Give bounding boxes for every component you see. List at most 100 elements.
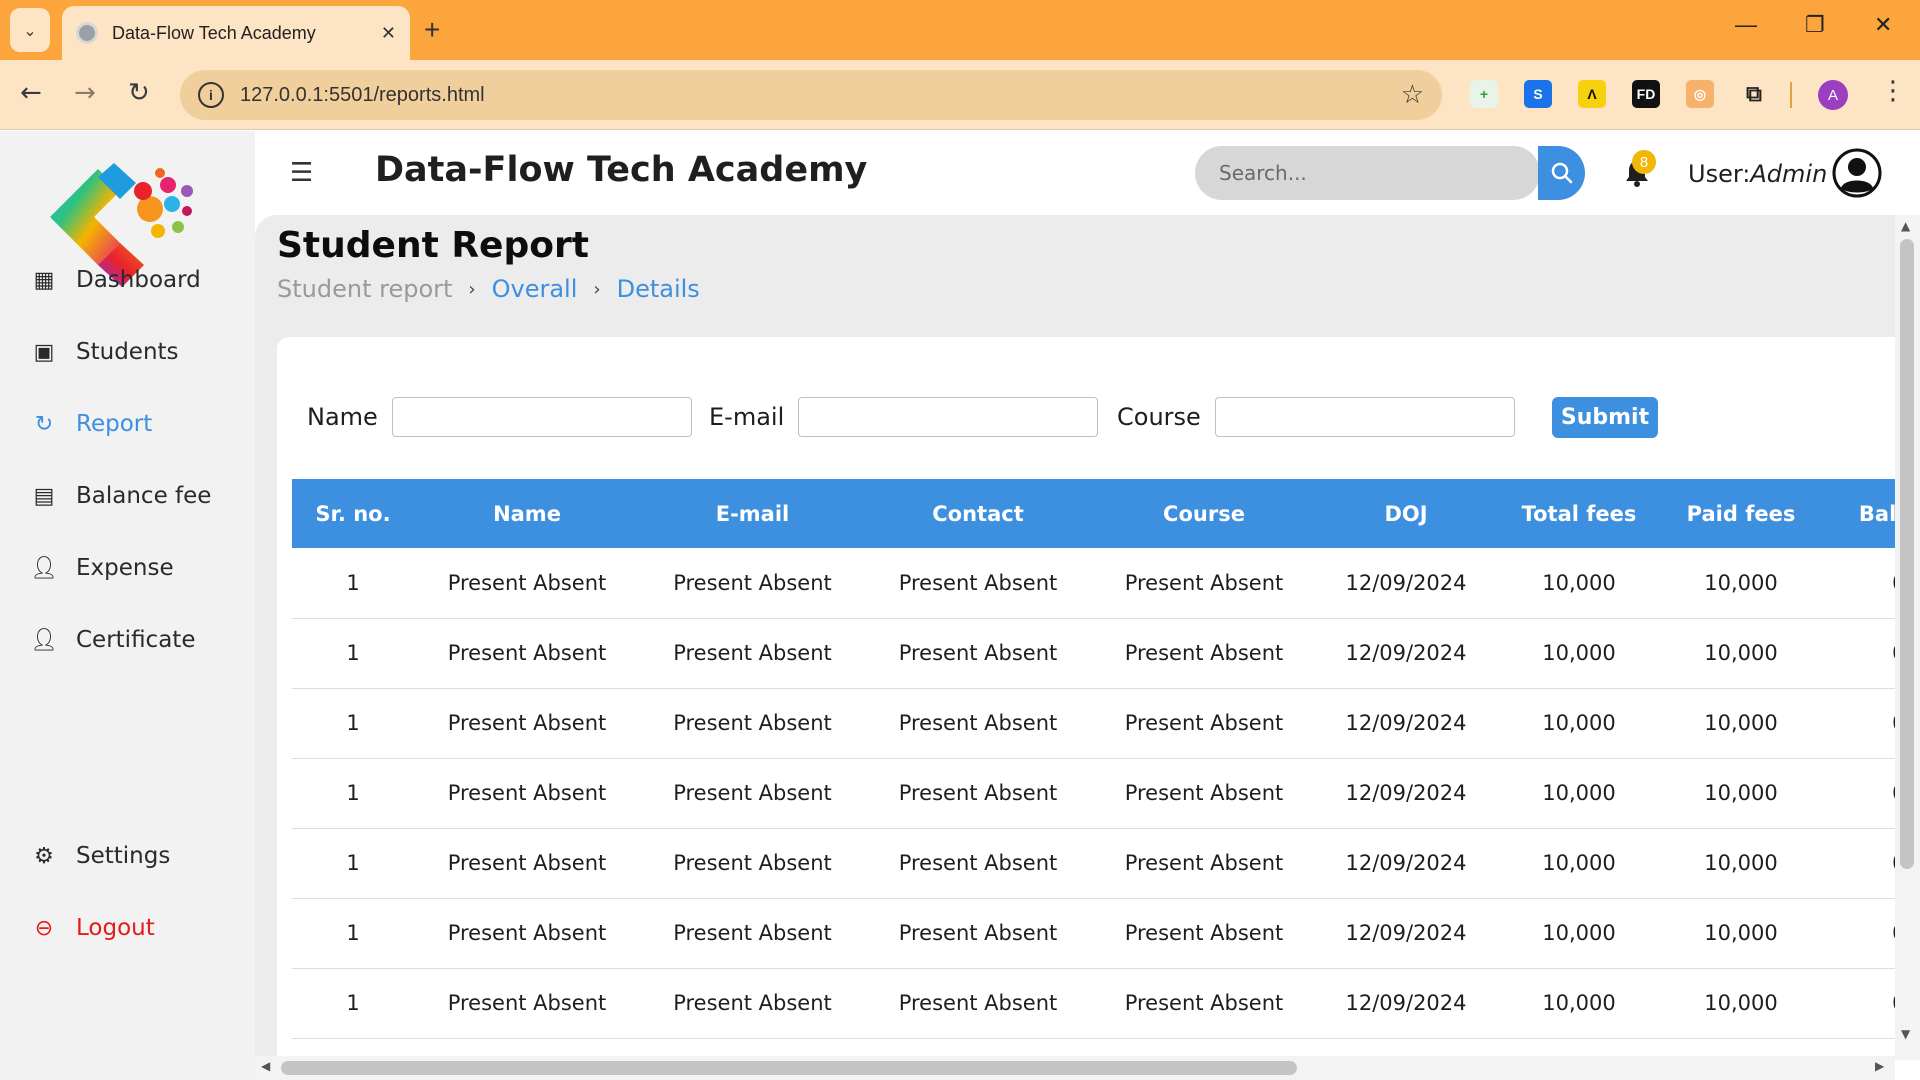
- hamburger-menu-icon[interactable]: ☰: [290, 158, 313, 188]
- search-input[interactable]: [1195, 146, 1539, 200]
- sidebar-item-label: Settings: [76, 843, 171, 869]
- column-header: Balance: [1819, 479, 1895, 548]
- user-prefix: User:: [1688, 160, 1751, 188]
- app-title: Data-Flow Tech Academy: [375, 150, 868, 190]
- search-button[interactable]: [1538, 146, 1585, 200]
- sidebar-item-label: Logout: [76, 915, 155, 941]
- dashboard-icon: ▦: [33, 267, 55, 293]
- back-arrow-icon[interactable]: ←: [20, 78, 42, 108]
- profile-avatar[interactable]: A: [1818, 80, 1848, 110]
- balance-cell: 00: [1819, 968, 1895, 1039]
- paid-fees-cell: 10,000: [1663, 968, 1819, 1039]
- column-header: Sr. no.: [292, 479, 414, 548]
- extensions-puzzle-icon[interactable]: ⧉: [1740, 80, 1768, 108]
- doj-cell: 12/09/2024: [1317, 618, 1495, 689]
- name-cell: Present Absent: [414, 898, 640, 969]
- contact-cell: Present Absent: [865, 758, 1091, 829]
- restore-button[interactable]: ❐: [1805, 12, 1825, 38]
- breadcrumb-details[interactable]: Details: [617, 275, 700, 303]
- sidebar-item-label: Certificate: [76, 627, 196, 653]
- info-icon[interactable]: i: [198, 82, 224, 108]
- vertical-scroll-thumb[interactable]: [1900, 239, 1914, 869]
- sidebar-item-label: Report: [76, 411, 153, 437]
- globe-icon: [76, 22, 98, 44]
- sr-no-cell: 1: [292, 968, 414, 1039]
- email-field[interactable]: [798, 397, 1099, 437]
- window-close-button[interactable]: ✕: [1874, 12, 1892, 38]
- avatar[interactable]: [1832, 148, 1882, 198]
- course-cell: Present Absent: [1091, 758, 1317, 829]
- course-cell: Present Absent: [1091, 898, 1317, 969]
- sr-no-cell: 1: [292, 828, 414, 899]
- table-row: 1Present AbsentPresent AbsentPresent Abs…: [292, 688, 1895, 759]
- reload-icon[interactable]: ↻: [128, 78, 150, 108]
- scroll-down-arrow-icon[interactable]: ▼: [1901, 1027, 1910, 1041]
- sidebar-item-settings[interactable]: ⚙ Settings: [30, 843, 170, 869]
- address-bar[interactable]: i 127.0.0.1:5501/reports.html ☆: [180, 70, 1442, 120]
- name-label: Name: [307, 403, 378, 431]
- page-title: Student Report: [277, 225, 589, 266]
- sidebar-item-balance-fee[interactable]: ▤ Balance fee: [30, 483, 212, 509]
- browser-tab-bar: ⌄ Data-Flow Tech Academy ✕ + — ❐ ✕: [0, 0, 1920, 60]
- total-fees-cell: 10,000: [1495, 688, 1663, 759]
- table-row: 1Present AbsentPresent AbsentPresent Abs…: [292, 548, 1895, 619]
- search-icon: [1551, 162, 1572, 184]
- sidebar-item-expense[interactable]: 👤︎ Expense: [30, 555, 174, 581]
- new-tab-button[interactable]: +: [424, 14, 440, 46]
- horizontal-scrollbar[interactable]: ◀ ▶: [255, 1056, 1895, 1080]
- notification-badge: 8: [1632, 150, 1656, 174]
- column-header: Course: [1091, 479, 1317, 548]
- contact-cell: Present Absent: [865, 688, 1091, 759]
- chevron-down-icon: ⌄: [23, 20, 37, 40]
- browser-tab[interactable]: Data-Flow Tech Academy ✕: [62, 6, 410, 60]
- tab-title: Data-Flow Tech Academy: [112, 22, 316, 43]
- course-field[interactable]: [1214, 397, 1515, 437]
- extension-camera-icon[interactable]: ◎: [1686, 80, 1714, 108]
- sidebar-item-certificate[interactable]: 👤︎ Certificate: [30, 627, 195, 653]
- chevron-right-icon: ›: [593, 278, 601, 300]
- breadcrumb-student-report: Student report: [277, 275, 453, 303]
- extension-s-icon[interactable]: S: [1524, 80, 1552, 108]
- extension-fd-icon[interactable]: FD: [1632, 80, 1660, 108]
- url-text[interactable]: 127.0.0.1:5501/reports.html: [240, 84, 1401, 107]
- forward-arrow-icon[interactable]: →: [74, 78, 96, 108]
- sidebar-item-dashboard[interactable]: ▦ Dashboard: [30, 267, 201, 293]
- scroll-right-arrow-icon[interactable]: ▶: [1875, 1059, 1884, 1073]
- balance-cell: 00: [1819, 688, 1895, 759]
- table-row: 1Present AbsentPresent AbsentPresent Abs…: [292, 758, 1895, 829]
- sr-no-cell: 1: [292, 898, 414, 969]
- email-cell: Present Absent: [640, 548, 865, 619]
- name-field[interactable]: [391, 397, 692, 437]
- course-cell: Present Absent: [1091, 548, 1317, 619]
- vertical-scrollbar[interactable]: ▲ ▼: [1895, 215, 1920, 1060]
- sr-no-cell: 1: [292, 688, 414, 759]
- name-cell: Present Absent: [414, 548, 640, 619]
- sr-no-cell: 1: [292, 758, 414, 829]
- scroll-up-arrow-icon[interactable]: ▲: [1901, 219, 1910, 233]
- filter-email: E-mail: [709, 397, 1099, 437]
- extension-a-icon[interactable]: Λ: [1578, 80, 1606, 108]
- scroll-left-arrow-icon[interactable]: ◀: [261, 1059, 270, 1073]
- extension-plus-icon[interactable]: +: [1470, 80, 1498, 108]
- sidebar-item-students[interactable]: ▣ Students: [30, 339, 179, 365]
- sidebar-item-logout[interactable]: ⊖ Logout: [30, 915, 155, 941]
- name-cell: Present Absent: [414, 968, 640, 1039]
- column-header: DOJ: [1317, 479, 1495, 548]
- submit-button[interactable]: Submit: [1552, 397, 1658, 438]
- horizontal-scroll-thumb[interactable]: [281, 1061, 1297, 1075]
- tab-close-icon[interactable]: ✕: [381, 23, 396, 44]
- email-cell: Present Absent: [640, 618, 865, 689]
- doj-cell: 12/09/2024: [1317, 758, 1495, 829]
- contact-cell: Present Absent: [865, 548, 1091, 619]
- tab-search-button[interactable]: ⌄: [10, 8, 50, 52]
- minimize-button[interactable]: —: [1735, 12, 1757, 38]
- breadcrumb-overall[interactable]: Overall: [492, 275, 578, 303]
- sr-no-cell: 1: [292, 618, 414, 689]
- user-label: User:Admin: [1688, 160, 1827, 188]
- contact-cell: Present Absent: [865, 828, 1091, 899]
- bookmark-star-icon[interactable]: ☆: [1401, 80, 1424, 110]
- calendar-icon: ▣: [33, 339, 55, 365]
- sidebar-item-report[interactable]: ↻ Report: [30, 411, 152, 437]
- paid-fees-cell: 10,000: [1663, 688, 1819, 759]
- browser-menu-icon[interactable]: ⋮: [1880, 76, 1906, 106]
